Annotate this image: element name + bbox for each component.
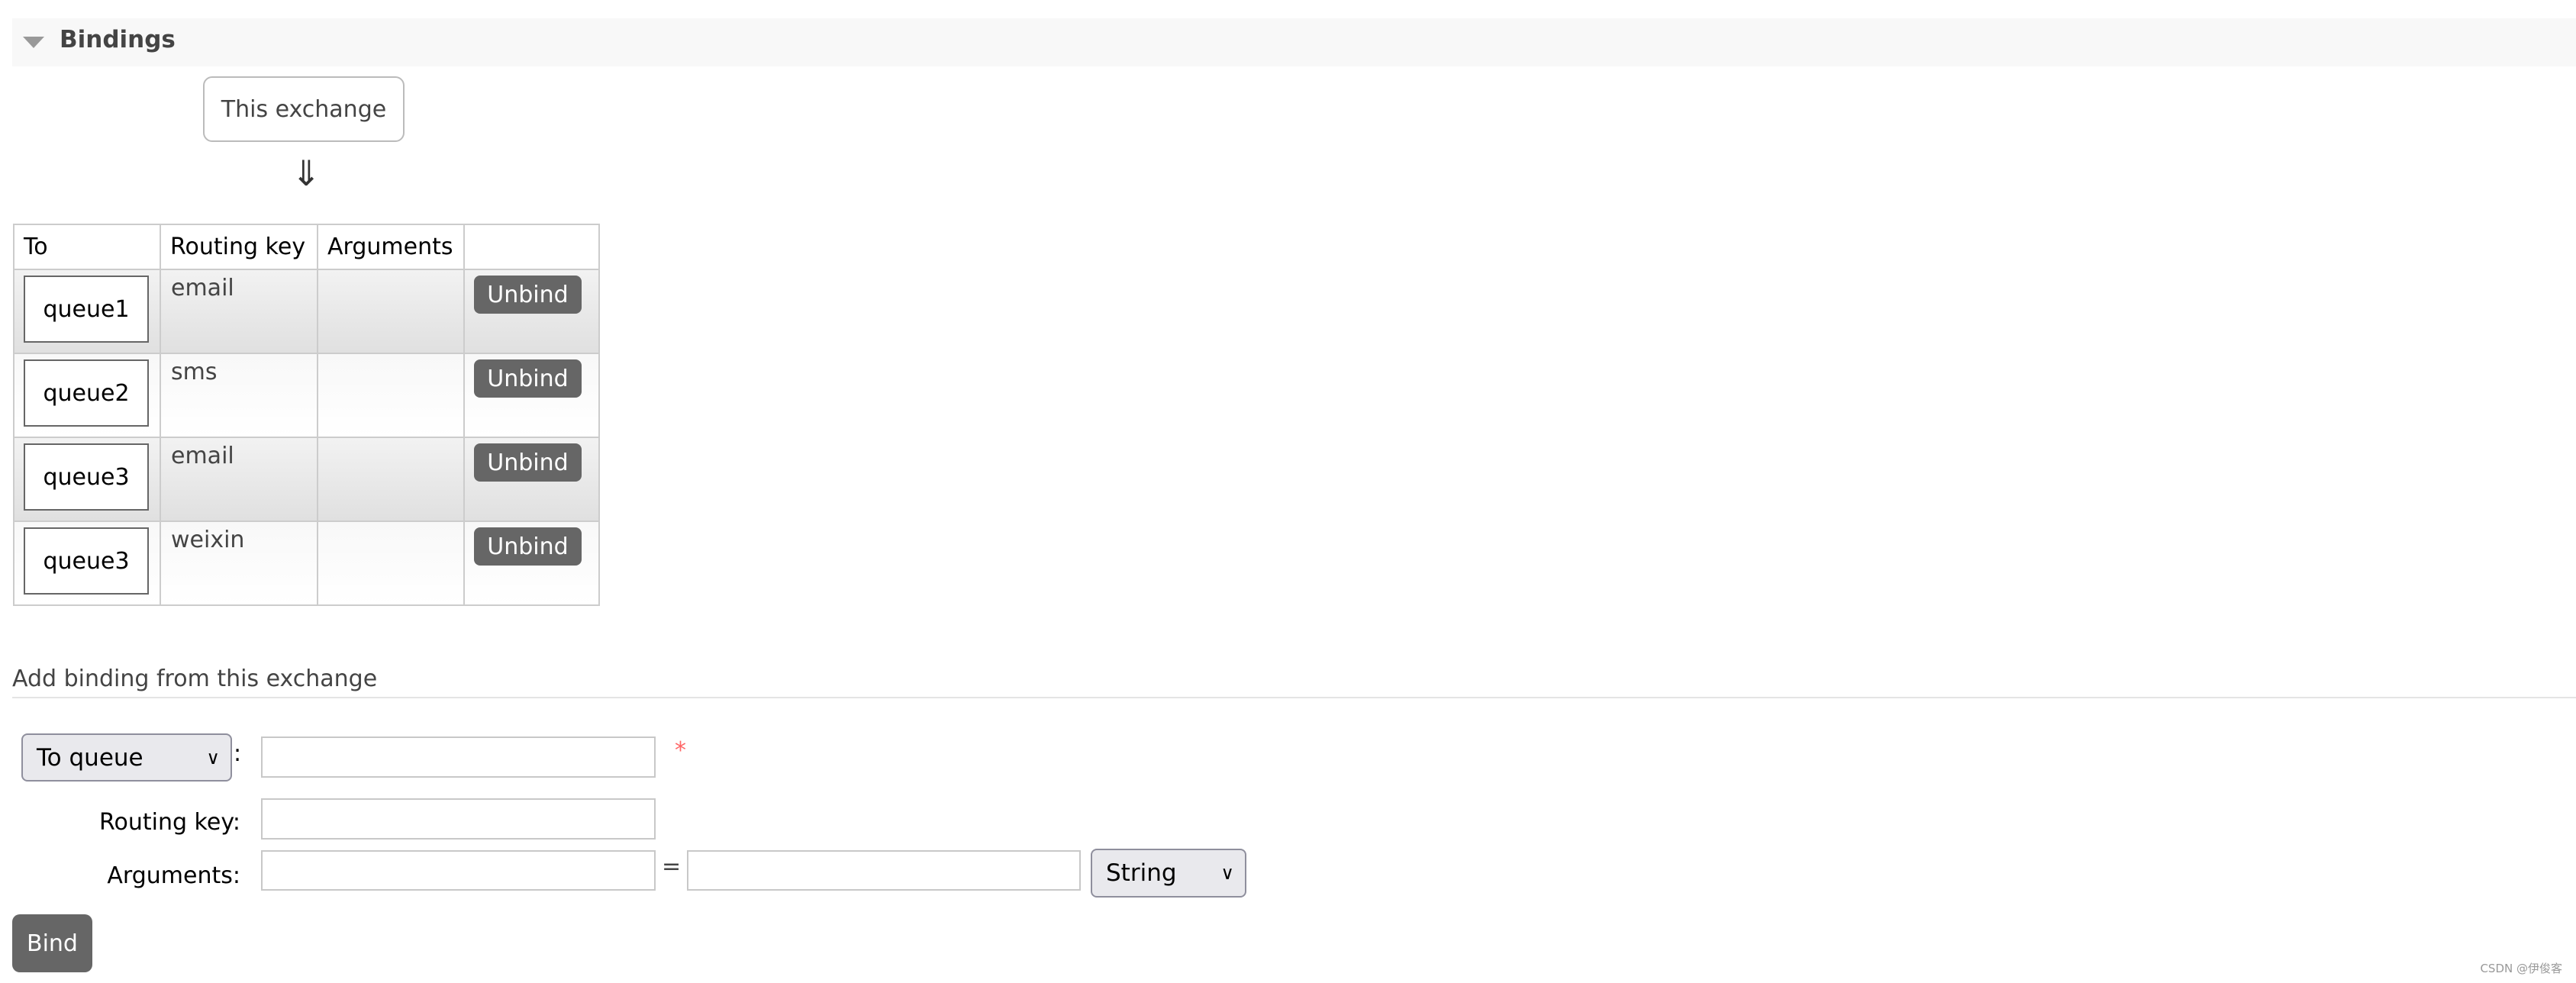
header-arguments: Arguments xyxy=(317,224,465,270)
arguments-cell xyxy=(317,521,465,606)
unbind-button[interactable]: Unbind xyxy=(474,359,582,398)
section-title: Bindings xyxy=(60,26,176,53)
queue-link[interactable]: queue3 xyxy=(24,527,149,595)
argument-type-value: String xyxy=(1106,859,1177,887)
arguments-cell xyxy=(317,353,465,438)
unbind-button[interactable]: Unbind xyxy=(474,443,582,482)
bindings-section-header[interactable] xyxy=(12,18,2576,66)
routing-key: email xyxy=(171,443,234,469)
arguments-cell xyxy=(317,269,465,354)
routing-key: weixin xyxy=(171,527,245,553)
destination-type-select[interactable]: To queue ∨ xyxy=(21,733,232,782)
bindings-table: To Routing key Arguments queue1 email Un… xyxy=(13,224,600,606)
table-row: queue2 sms Unbind xyxy=(13,353,600,438)
destination-input[interactable] xyxy=(261,736,656,778)
down-arrow-icon: ⇓ xyxy=(291,153,321,194)
routing-key: email xyxy=(171,275,234,301)
this-exchange-box: This exchange xyxy=(203,76,405,142)
queue-link[interactable]: queue1 xyxy=(24,276,149,343)
colon: : xyxy=(234,740,242,767)
arguments-cell xyxy=(317,437,465,522)
argument-type-select[interactable]: String ∨ xyxy=(1091,849,1246,898)
header-routing-key: Routing key xyxy=(160,224,318,270)
chevron-down-icon: ∨ xyxy=(206,746,220,769)
header-to: To xyxy=(13,224,161,270)
watermark: CSDN @伊俊客 xyxy=(2480,962,2562,975)
bind-button[interactable]: Bind xyxy=(12,914,92,972)
table-row: queue3 email Unbind xyxy=(13,437,600,522)
triangle-down-icon[interactable] xyxy=(23,37,44,48)
routing-key-label: Routing key: xyxy=(99,809,240,836)
unbind-button[interactable]: Unbind xyxy=(474,276,582,314)
table-row: queue3 weixin Unbind xyxy=(13,521,600,606)
unbind-button[interactable]: Unbind xyxy=(474,527,582,566)
argument-value-input[interactable] xyxy=(687,850,1081,891)
required-mark: * xyxy=(675,737,686,764)
chevron-down-icon: ∨ xyxy=(1220,862,1234,884)
equals-sign: = xyxy=(662,853,682,880)
table-row: queue1 email Unbind xyxy=(13,269,600,354)
header-actions xyxy=(463,224,600,270)
destination-type-value: To queue xyxy=(37,743,143,772)
divider xyxy=(12,697,2576,698)
add-binding-title: Add binding from this exchange xyxy=(12,666,378,692)
queue-link[interactable]: queue2 xyxy=(24,359,149,427)
argument-key-input[interactable] xyxy=(261,850,656,891)
arguments-label: Arguments: xyxy=(107,862,240,889)
routing-key-input[interactable] xyxy=(261,798,656,840)
queue-link[interactable]: queue3 xyxy=(24,443,149,511)
routing-key: sms xyxy=(171,359,218,385)
